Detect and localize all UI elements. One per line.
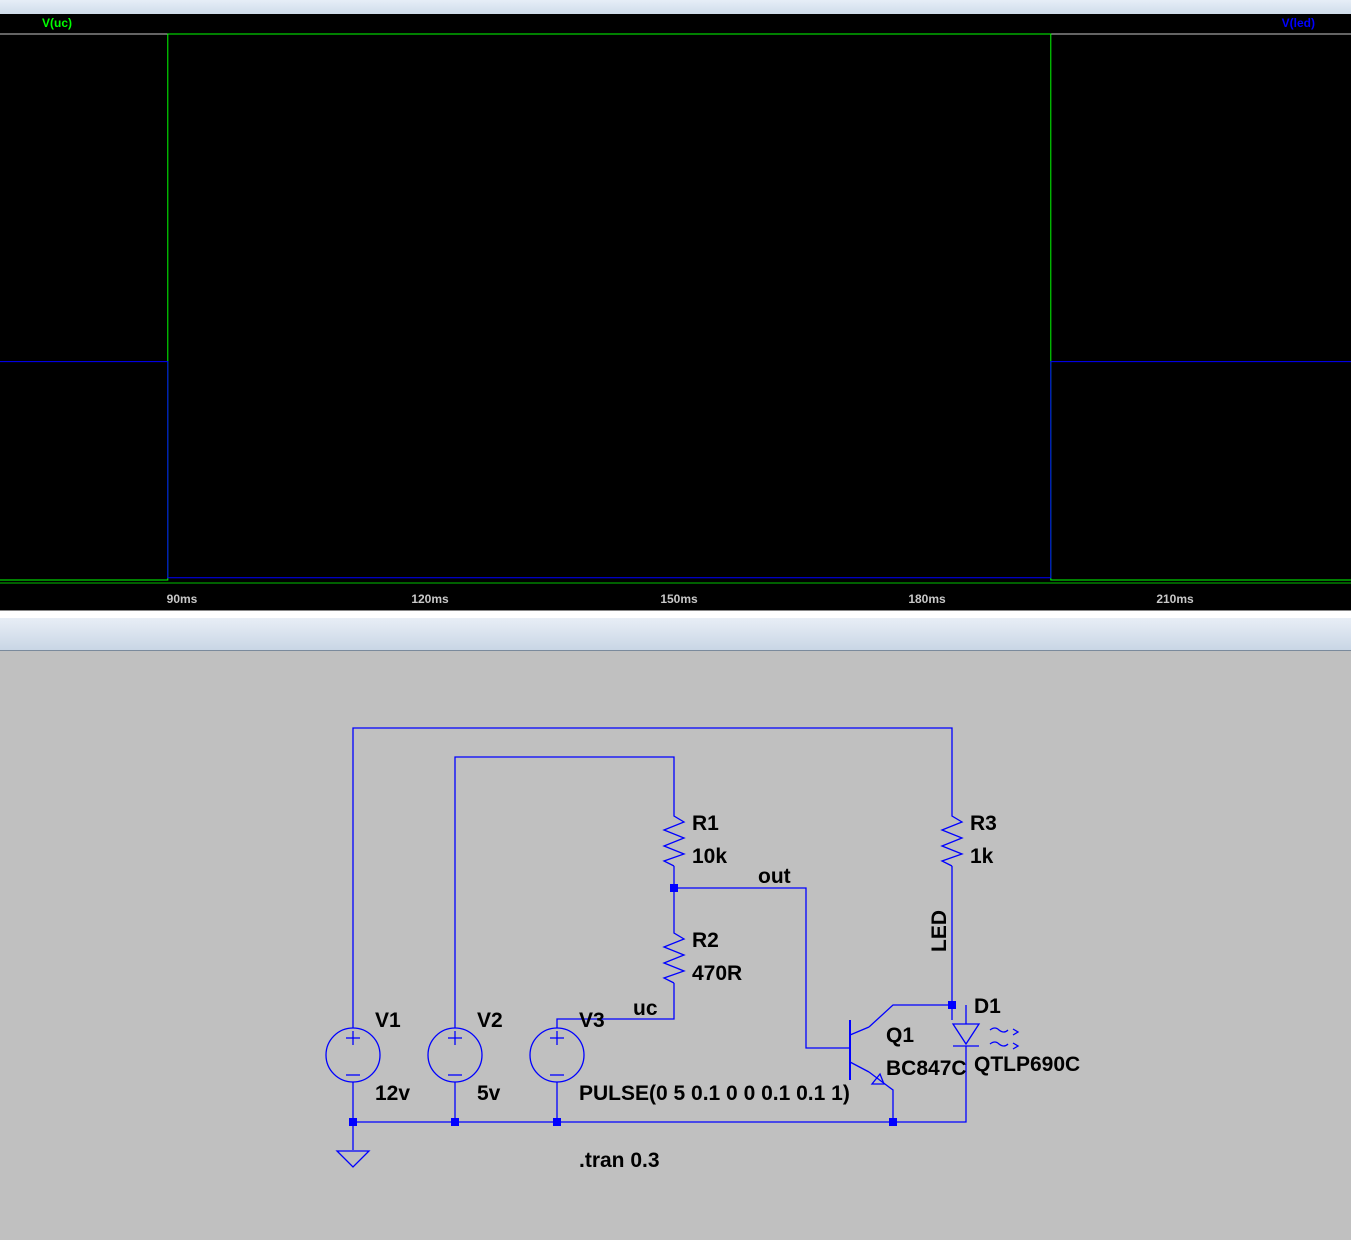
- trace-line-v-uc[interactable]: [0, 33, 1351, 581]
- trace-label-v-led[interactable]: V(led): [1282, 16, 1315, 30]
- r2-value[interactable]: 470R: [692, 962, 742, 985]
- x-tick-label: 210ms: [1156, 592, 1194, 606]
- wire-12v-rail: [352, 727, 953, 1028]
- npn-transistor-q1-icon[interactable]: [849, 1020, 885, 1085]
- led-d1-icon[interactable]: [951, 1005, 1020, 1050]
- v3-name[interactable]: V3: [579, 1009, 605, 1032]
- wire-emitter: [868, 1071, 894, 1122]
- trace-group: [0, 33, 1351, 581]
- d1-name[interactable]: D1: [974, 995, 1001, 1018]
- resistor-r1-icon[interactable]: [662, 808, 686, 867]
- x-tick-label: 120ms: [411, 592, 449, 606]
- x-tick-label: 150ms: [660, 592, 698, 606]
- q1-value[interactable]: BC847C: [886, 1057, 967, 1080]
- resistor-r3-icon[interactable]: [940, 808, 964, 867]
- net-label-led[interactable]: LED: [928, 910, 951, 952]
- v2-value[interactable]: 5v: [477, 1082, 501, 1105]
- resistor-r2-icon[interactable]: [662, 925, 686, 984]
- r3-value[interactable]: 1k: [970, 845, 994, 868]
- junction-dot: [451, 1118, 459, 1126]
- x-tick-label: 180ms: [908, 592, 946, 606]
- r3-name[interactable]: R3: [970, 812, 997, 835]
- wire-uc-net: [556, 983, 675, 1028]
- junction-dot: [553, 1118, 561, 1126]
- v1-name[interactable]: V1: [375, 1009, 401, 1032]
- q1-name[interactable]: Q1: [886, 1024, 914, 1047]
- v2-name[interactable]: V2: [477, 1009, 503, 1032]
- junction-dot: [670, 884, 678, 892]
- v1-value[interactable]: 12v: [375, 1082, 410, 1105]
- wire-5v-rail: [454, 756, 675, 1028]
- r2-name[interactable]: R2: [692, 929, 719, 952]
- waveform-viewer[interactable]: V(uc) V(led) 90ms 120ms 150ms 180ms 210m…: [0, 14, 1351, 610]
- trace-line-v-led[interactable]: [0, 361, 1351, 579]
- wire-collector: [868, 1004, 952, 1028]
- voltage-source-v1-icon[interactable]: [325, 1027, 381, 1083]
- waveform-plot[interactable]: [0, 14, 1351, 610]
- junction-dot: [889, 1118, 897, 1126]
- junction-dot: [349, 1118, 357, 1126]
- waveform-title-bar: [0, 0, 1351, 14]
- voltage-source-v3-icon[interactable]: [529, 1027, 585, 1083]
- r1-name[interactable]: R1: [692, 812, 719, 835]
- trace-label-v-uc[interactable]: V(uc): [42, 16, 72, 30]
- d1-value[interactable]: QTLP690C: [974, 1053, 1080, 1076]
- x-tick-label: 90ms: [166, 592, 198, 606]
- net-label-out[interactable]: out: [758, 865, 791, 888]
- schematic-title-bar: [0, 618, 1351, 651]
- junction-dot: [948, 1001, 956, 1009]
- voltage-source-v2-icon[interactable]: [427, 1027, 483, 1083]
- spice-directive[interactable]: .tran 0.3: [579, 1149, 660, 1172]
- wire-d1-cathode: [893, 1046, 967, 1123]
- wire-out-net: [674, 887, 850, 1049]
- net-label-uc[interactable]: uc: [633, 997, 658, 1020]
- r1-value[interactable]: 10k: [692, 845, 727, 868]
- v3-value[interactable]: PULSE(0 5 0.1 0 0 0.1 0.1 1): [579, 1082, 850, 1105]
- ground-icon[interactable]: [335, 1150, 371, 1168]
